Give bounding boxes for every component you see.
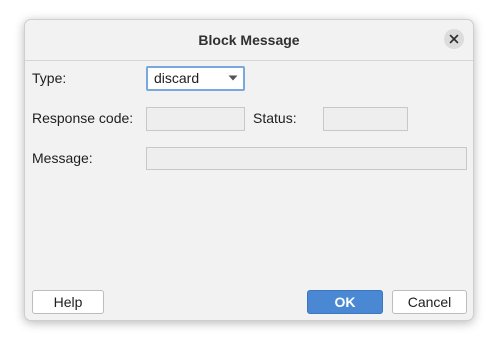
response-code-input[interactable]	[146, 107, 245, 131]
chevron-down-icon	[228, 75, 238, 81]
type-select[interactable]: discard	[146, 66, 245, 91]
ok-button[interactable]: OK	[307, 290, 383, 314]
close-button[interactable]	[444, 29, 464, 49]
message-input[interactable]	[146, 147, 467, 170]
type-select-value: discard	[154, 70, 200, 86]
message-label: Message:	[32, 150, 93, 166]
status-input[interactable]	[323, 107, 408, 131]
response-code-label: Response code:	[32, 110, 134, 126]
cancel-button[interactable]: Cancel	[392, 290, 467, 314]
dialog-title: Block Message	[198, 32, 300, 48]
status-label: Status:	[253, 110, 297, 126]
dialog-titlebar: Block Message	[25, 20, 473, 61]
type-label: Type:	[32, 70, 67, 86]
help-button[interactable]: Help	[32, 290, 104, 314]
close-icon	[449, 34, 459, 44]
block-message-dialog: Block Message Type: discard Response cod…	[24, 19, 474, 321]
